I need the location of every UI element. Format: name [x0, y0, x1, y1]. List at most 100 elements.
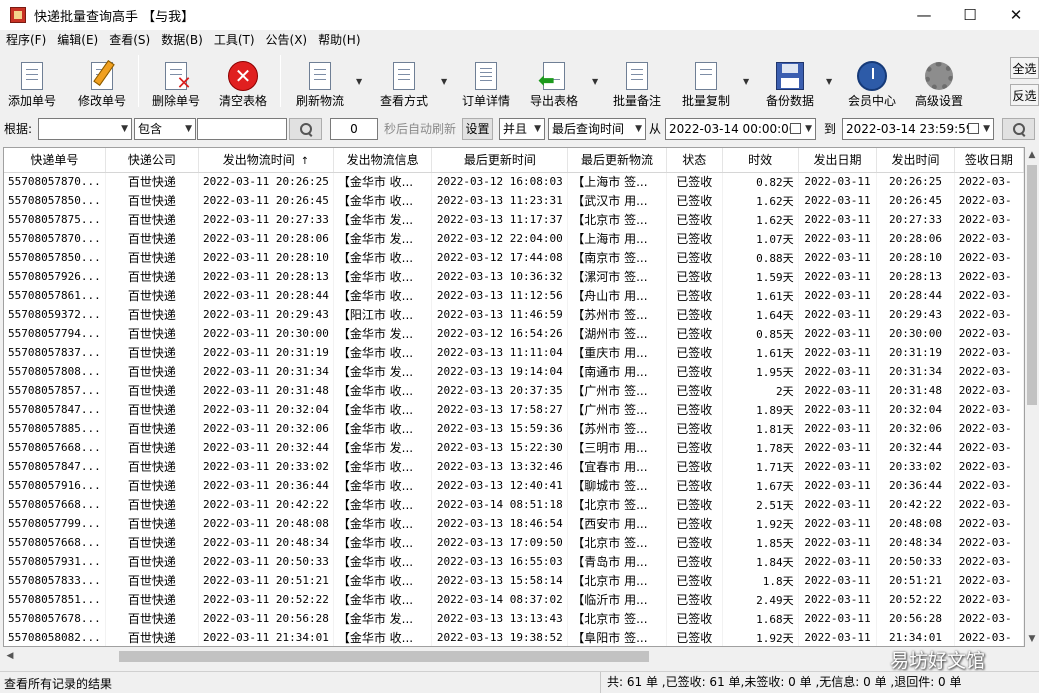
menu-notice[interactable]: 公告(X): [260, 30, 313, 50]
table-row[interactable]: 55708057875... 百世快递 2022-03-11 20:27:33 【金华…: [4, 210, 1024, 229]
keyword-search-button[interactable]: [289, 118, 322, 140]
advanced-settings-button[interactable]: 高级设置: [911, 53, 967, 109]
settings-button[interactable]: 设置: [462, 118, 493, 140]
match-mode-select[interactable]: 包含 ▼: [134, 118, 196, 140]
cell-signed-date: 2022-03-: [954, 210, 1024, 229]
menu-tools[interactable]: 工具(T): [208, 30, 260, 50]
table-row[interactable]: 55708057668... 百世快递 2022-03-11 20:48:34 【金华…: [4, 533, 1024, 552]
table-row[interactable]: 55708057847... 百世快递 2022-03-11 20:33:02 【金华…: [4, 457, 1024, 476]
column-header-dispatch-time[interactable]: 发出物流时间 ↑: [198, 148, 334, 173]
minimize-button[interactable]: —: [901, 0, 947, 30]
column-header-signed-date[interactable]: 签收日期: [954, 148, 1024, 173]
cell-dispatch-date: 2022-03-11: [798, 381, 878, 400]
horizontal-scroll-thumb[interactable]: [119, 651, 649, 662]
cell-dispatch-clock: 20:56:28: [876, 609, 955, 628]
vertical-scroll-thumb[interactable]: [1027, 165, 1037, 405]
maximize-button[interactable]: ☐: [947, 0, 993, 30]
to-datetime-picker[interactable]: 2022-03-14 23:59:59 ▼: [842, 118, 994, 140]
batch-copy-dropdown-arrow-icon[interactable]: ▼: [743, 77, 751, 86]
time-field-select[interactable]: 最后查询时间 ▼: [548, 118, 646, 140]
date-search-button[interactable]: [1002, 118, 1035, 140]
batch-note-button[interactable]: 批量备注: [609, 53, 665, 109]
column-header-last-update-info[interactable]: 最后更新物流: [567, 148, 667, 173]
keyword-input[interactable]: [197, 118, 287, 140]
table-row[interactable]: 55708057850... 百世快递 2022-03-11 20:26:45 【金华…: [4, 191, 1024, 210]
table-row[interactable]: 55708057808... 百世快递 2022-03-11 20:31:34 【金华…: [4, 362, 1024, 381]
table-row[interactable]: 55708057851... 百世快递 2022-03-11 20:52:22 【金华…: [4, 590, 1024, 609]
horizontal-scrollbar[interactable]: ◀: [3, 648, 1025, 665]
table-row[interactable]: 55708057668... 百世快递 2022-03-11 20:32:44 【金华…: [4, 438, 1024, 457]
menu-edit[interactable]: 编辑(E): [51, 30, 103, 50]
column-header-status[interactable]: 状态: [666, 148, 723, 173]
menu-bar: 程序(F) 编辑(E) 查看(S) 数据(B) 工具(T) 公告(X) 帮助(H…: [0, 30, 1039, 50]
cell-status: 已签收: [666, 172, 723, 191]
menu-program[interactable]: 程序(F): [0, 30, 51, 50]
refresh-logistics-button[interactable]: 刷新物流: [292, 53, 348, 109]
cell-duration: 1.92天: [722, 628, 799, 646]
cell-dispatch-info: 【金华市 收...: [333, 628, 433, 646]
batch-copy-button[interactable]: 批量复制: [678, 53, 734, 109]
table-row[interactable]: 55708057931... 百世快递 2022-03-11 20:50:33 【金华…: [4, 552, 1024, 571]
order-detail-button[interactable]: 订单详情: [458, 53, 514, 109]
scroll-left-icon[interactable]: ◀: [3, 648, 17, 664]
refresh-dropdown-arrow-icon[interactable]: ▼: [356, 77, 364, 86]
cell-dispatch-date: 2022-03-11: [798, 210, 878, 229]
table-row[interactable]: 55708057870... 百世快递 2022-03-11 20:26:25 【金华…: [4, 172, 1024, 191]
tracking-table-body: 快递单号 快递公司 发出物流时间 ↑ 发出物流信息 最后更新时间 最后更新物流 状…: [4, 148, 1024, 646]
table-row[interactable]: 55708057926... 百世快递 2022-03-11 20:28:13 【金华…: [4, 267, 1024, 286]
table-row[interactable]: 55708057668... 百世快递 2022-03-11 20:42:22 【金华…: [4, 495, 1024, 514]
refresh-interval-input[interactable]: 0: [330, 118, 378, 140]
menu-help[interactable]: 帮助(H): [312, 30, 365, 50]
table-row[interactable]: 55708057850... 百世快递 2022-03-11 20:28:10 【金华…: [4, 248, 1024, 267]
table-row[interactable]: 55708057861... 百世快递 2022-03-11 20:28:44 【金华…: [4, 286, 1024, 305]
cell-dispatch-info: 【金华市 发...: [333, 210, 433, 229]
scroll-down-icon[interactable]: ▼: [1025, 631, 1039, 647]
table-row[interactable]: 55708057799... 百世快递 2022-03-11 20:48:08 【金华…: [4, 514, 1024, 533]
column-header-dispatch-date[interactable]: 发出日期: [798, 148, 878, 173]
view-mode-dropdown-arrow-icon[interactable]: ▼: [441, 77, 449, 86]
column-header-last-update-time[interactable]: 最后更新时间: [431, 148, 569, 173]
from-datetime-picker[interactable]: 2022-03-14 00:00:00 ▼: [665, 118, 816, 140]
clear-table-button[interactable]: ✕ 清空表格: [215, 53, 271, 109]
edit-number-button[interactable]: 修改单号: [74, 53, 130, 109]
invert-selection-button[interactable]: 反选: [1010, 84, 1039, 106]
menu-data[interactable]: 数据(B): [155, 30, 208, 50]
export-dropdown-arrow-icon[interactable]: ▼: [592, 77, 600, 86]
table-row[interactable]: 55708057837... 百世快递 2022-03-11 20:31:19 【金华…: [4, 343, 1024, 362]
table-row[interactable]: 55708057794... 百世快递 2022-03-11 20:30:00 【金华…: [4, 324, 1024, 343]
select-all-button[interactable]: 全选: [1010, 57, 1039, 79]
cell-status: 已签收: [666, 305, 723, 324]
cell-last-update-time: 2022-03-13 11:23:31: [431, 191, 569, 210]
column-header-courier[interactable]: 快递公司: [105, 148, 200, 173]
table-row[interactable]: 55708057847... 百世快递 2022-03-11 20:32:04 【金华…: [4, 400, 1024, 419]
column-header-dispatch-clock[interactable]: 发出时间: [876, 148, 955, 173]
cell-tracking-number: 55708057850...: [4, 248, 106, 267]
scroll-up-icon[interactable]: ▲: [1025, 147, 1039, 163]
edit-pencil-icon: [86, 60, 118, 92]
table-row[interactable]: 55708059372... 百世快递 2022-03-11 20:29:43 【阳江…: [4, 305, 1024, 324]
table-row[interactable]: 55708057857... 百世快递 2022-03-11 20:31:48 【金华…: [4, 381, 1024, 400]
table-row[interactable]: 55708057885... 百世快递 2022-03-11 20:32:06 【金华…: [4, 419, 1024, 438]
add-number-button[interactable]: 添加单号: [4, 53, 60, 109]
toolbar: 添加单号 修改单号 ✕ 删除单号 ✕ 清空表格 刷新物流 ▼ 查看方式 ▼ 订单…: [0, 51, 1039, 111]
backup-dropdown-arrow-icon[interactable]: ▼: [826, 77, 834, 86]
backup-data-button[interactable]: 备份数据: [762, 53, 818, 109]
delete-number-button[interactable]: ✕ 删除单号: [148, 53, 204, 109]
view-mode-button[interactable]: 查看方式: [376, 53, 432, 109]
table-row[interactable]: 55708057916... 百世快递 2022-03-11 20:36:44 【金华…: [4, 476, 1024, 495]
column-header-tracking-number[interactable]: 快递单号: [4, 148, 106, 173]
column-header-dispatch-info[interactable]: 发出物流信息: [333, 148, 433, 173]
export-table-button[interactable]: ⬅ 导出表格: [526, 53, 582, 109]
cell-status: 已签收: [666, 457, 723, 476]
member-center-button[interactable]: 会员中心: [844, 53, 900, 109]
menu-view[interactable]: 查看(S): [103, 30, 155, 50]
vertical-scrollbar[interactable]: ▲ ▼: [1025, 147, 1039, 647]
close-button[interactable]: ✕: [993, 0, 1039, 30]
column-header-duration[interactable]: 时效: [722, 148, 799, 173]
table-row[interactable]: 55708057870... 百世快递 2022-03-11 20:28:06 【金华…: [4, 229, 1024, 248]
table-row[interactable]: 55708057833... 百世快递 2022-03-11 20:51:21 【金华…: [4, 571, 1024, 590]
table-row[interactable]: 55708058082... 百世快递 2022-03-11 21:34:01 【金华…: [4, 628, 1024, 646]
logic-select[interactable]: 并且 ▼: [499, 118, 545, 140]
filter-field-select[interactable]: ▼: [38, 118, 132, 140]
table-row[interactable]: 55708057678... 百世快递 2022-03-11 20:56:28 【金华…: [4, 609, 1024, 628]
